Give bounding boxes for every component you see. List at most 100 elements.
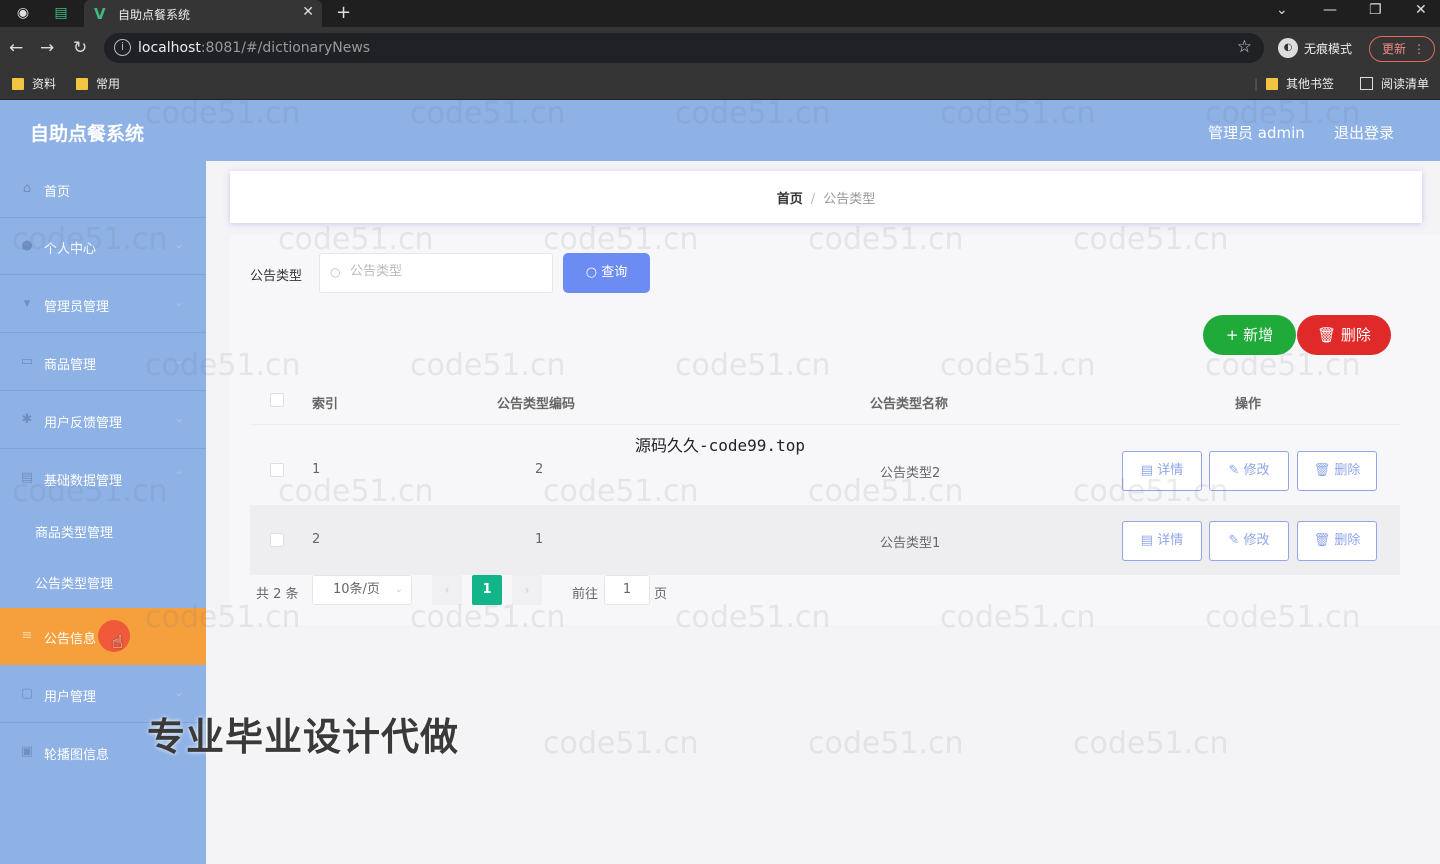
folder-icon	[12, 77, 24, 90]
pencil-icon: ✎	[1228, 463, 1240, 478]
sidebar-subitem-notice-type[interactable]: 公告类型管理	[0, 557, 206, 607]
page-number-active[interactable]: 1	[472, 575, 502, 605]
sidebar-subitem-goods-type[interactable]: 商品类型管理	[0, 506, 206, 556]
edit-button[interactable]: ✎ 修改	[1209, 451, 1289, 491]
reading-list[interactable]: 阅读清单	[1360, 75, 1429, 92]
plus-icon: +	[1225, 326, 1239, 344]
divider: |	[1254, 76, 1259, 91]
sidebar-subitem-label: 商品类型管理	[35, 526, 114, 541]
cell-index: 2	[312, 532, 321, 547]
notice-icon: ≡	[21, 628, 33, 643]
minimize-icon[interactable]: —	[1323, 2, 1337, 18]
breadcrumb: 首页 / 公告类型	[230, 171, 1422, 223]
row-checkbox[interactable]	[270, 463, 284, 477]
sidebar-item-label: 轮播图信息	[44, 748, 110, 763]
content-card: 公告类型 ○ ○ 查询 + 新增 🗑 删除 索引 公告类型编码 公告类型名称 操…	[230, 235, 1440, 625]
bookmark-label: 阅读清单	[1381, 77, 1430, 91]
notice-type-search-field[interactable]: ○	[319, 253, 553, 293]
sidebar-item-label: 公告信息	[44, 632, 97, 647]
url-field[interactable]: i localhost:8081/#/dictionaryNews ☆	[104, 33, 1264, 63]
pagination: 共 2 条 10条/页 ⌄ ‹ 1 › 前往 1 页	[256, 575, 856, 605]
cell-name: 公告类型1	[880, 536, 941, 551]
table-header: 索引 公告类型编码 公告类型名称 操作	[250, 375, 1400, 425]
close-tab-icon[interactable]: ✕	[302, 4, 314, 20]
restore-icon[interactable]: ❐	[1369, 2, 1382, 18]
browser-tab[interactable]: V 自助点餐系统 ✕	[84, 0, 322, 27]
sidebar-item-notice[interactable]: ≡ 公告信息 ☝	[0, 608, 206, 665]
bookmark-star-icon[interactable]: ☆	[1237, 37, 1252, 57]
user-icon: ●	[21, 238, 33, 253]
incognito-label: 无痕模式	[1304, 41, 1353, 56]
cell-code: 2	[535, 462, 544, 477]
sidebar-subitem-label: 公告类型管理	[35, 577, 114, 592]
logout-button[interactable]: 退出登录	[1334, 122, 1394, 143]
sidebar-item-feedback[interactable]: ✱ 用户反馈管理 ⌄	[0, 392, 206, 449]
row-delete-button[interactable]: 🗑 删除	[1297, 451, 1377, 491]
site-info-icon[interactable]: i	[114, 39, 131, 56]
back-icon[interactable]: ←	[9, 38, 23, 58]
edit-label: 修改	[1243, 533, 1270, 548]
document-icon: ▤	[1140, 463, 1154, 478]
update-button[interactable]: 更新 ⋮	[1369, 36, 1435, 62]
bookmark-folder-2[interactable]: 常用	[76, 75, 120, 92]
vue-logo-icon: V	[94, 5, 106, 23]
page-size-select[interactable]: 10条/页 ⌄	[312, 575, 412, 605]
bookmark-folder-1[interactable]: 资料	[12, 75, 56, 92]
sidebar-item-label: 用户反馈管理	[44, 416, 123, 431]
prev-page-button[interactable]: ‹	[432, 575, 462, 605]
sheet-app-icon[interactable]: ▤	[52, 4, 70, 22]
other-bookmarks[interactable]: | 其他书签	[1254, 75, 1334, 92]
row-checkbox[interactable]	[270, 533, 284, 547]
sidebar-item-label: 管理员管理	[44, 300, 110, 315]
add-button[interactable]: + 新增	[1203, 315, 1296, 355]
reload-icon[interactable]: ↻	[73, 38, 87, 58]
row-delete-button[interactable]: 🗑 删除	[1297, 521, 1377, 561]
goto-page-input[interactable]: 1	[604, 575, 650, 605]
tab-title: 自助点餐系统	[118, 8, 191, 22]
app-title: 自助点餐系统	[30, 123, 145, 145]
admin-label: 管理员 admin	[1208, 124, 1305, 142]
url-text: localhost:8081/#/dictionaryNews	[138, 40, 371, 56]
bookmark-label: 常用	[96, 77, 121, 91]
update-label: 更新	[1382, 42, 1407, 56]
delete-label: 删除	[1334, 533, 1361, 548]
sidebar-item-label: 基础数据管理	[44, 474, 123, 489]
goto-label: 前往	[572, 587, 599, 602]
chevron-down-icon: ⌄	[394, 584, 403, 595]
sidebar-item-basic-data[interactable]: ▤ 基础数据管理 ⌃	[0, 450, 206, 507]
incognito-icon: ◐	[1278, 38, 1298, 58]
page-suffix: 页	[654, 587, 668, 602]
chevron-down-icon[interactable]: ⌄	[1276, 2, 1288, 18]
batch-delete-button[interactable]: 🗑 删除	[1297, 315, 1391, 355]
trash-icon: 🗑	[1317, 326, 1337, 344]
address-bar: ← → ↻ i localhost:8081/#/dictionaryNews …	[0, 27, 1440, 69]
cell-name: 公告类型2	[880, 466, 941, 481]
close-window-icon[interactable]: ✕	[1415, 2, 1427, 18]
feedback-icon: ✱	[21, 412, 33, 427]
trash-icon: 🗑	[1313, 463, 1331, 478]
next-page-button[interactable]: ›	[512, 575, 542, 605]
overlay-ad-text: 专业毕业设计代做	[147, 715, 460, 759]
detail-label: 详情	[1157, 533, 1184, 548]
search-input[interactable]	[350, 264, 540, 279]
more-menu-icon[interactable]: ⋮	[1413, 37, 1425, 61]
bookmarks-bar: 资料 常用 | 其他书签 阅读清单	[0, 69, 1440, 100]
new-tab-icon[interactable]: +	[336, 2, 351, 23]
detail-button[interactable]: ▤ 详情	[1122, 451, 1202, 491]
chevron-down-icon: ⌄	[173, 237, 184, 251]
sidebar-item-goods[interactable]: ▭ 商品管理 ⌄	[0, 334, 206, 391]
forward-icon[interactable]: →	[40, 38, 54, 58]
sidebar-item-admins[interactable]: ▾ 管理员管理 ⌄	[0, 276, 206, 333]
sidebar-item-home[interactable]: ⌂ 首页	[0, 161, 206, 218]
detail-label: 详情	[1157, 463, 1184, 478]
cell-index: 1	[312, 462, 321, 477]
query-button[interactable]: ○ 查询	[563, 253, 650, 293]
select-all-checkbox[interactable]	[270, 393, 284, 407]
edit-button[interactable]: ✎ 修改	[1209, 521, 1289, 561]
breadcrumb-home[interactable]: 首页	[777, 192, 803, 207]
sidebar-item-profile[interactable]: ● 个人中心 ⌄	[0, 218, 206, 275]
detail-button[interactable]: ▤ 详情	[1122, 521, 1202, 561]
delete-label: 删除	[1340, 326, 1371, 344]
sidebar-item-label: 个人中心	[44, 242, 97, 257]
incognito-indicator[interactable]: ◐ 无痕模式	[1278, 38, 1352, 58]
